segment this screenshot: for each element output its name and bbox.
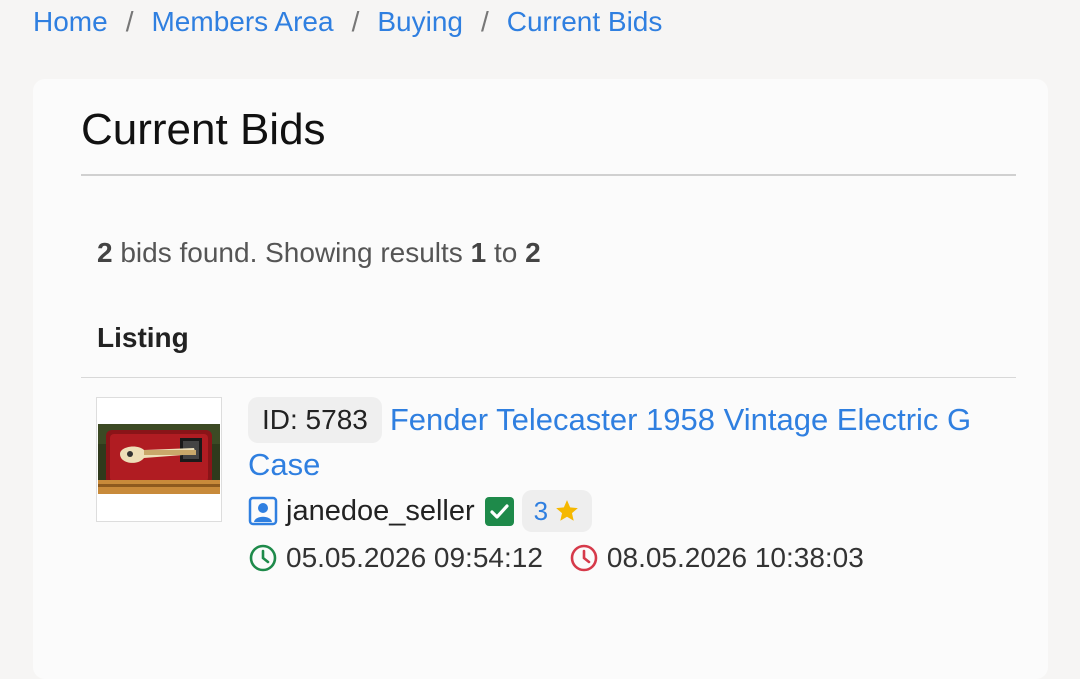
- column-header-listing: Listing: [97, 322, 189, 353]
- results-total: 2: [97, 237, 113, 268]
- check-square-icon: [484, 496, 514, 526]
- breadcrumb-current-bids-link[interactable]: Current Bids: [507, 4, 663, 40]
- page-title: Current Bids: [81, 105, 326, 154]
- content-card: Current Bids 2 bids found. Showing resul…: [33, 79, 1048, 679]
- seller-rating-badge[interactable]: 3: [521, 490, 593, 532]
- results-to: 2: [525, 237, 541, 268]
- clock-end-icon: [570, 544, 598, 572]
- seller-info: janedoe_seller 3: [248, 490, 593, 532]
- results-to-word: to: [493, 237, 518, 268]
- breadcrumb-home-link[interactable]: Home: [33, 4, 108, 40]
- breadcrumb-separator: /: [480, 6, 489, 37]
- listing-item: ID: 5783 Fender Telecaster 1958 Vintage …: [248, 397, 1048, 573]
- results-from: 1: [470, 237, 487, 268]
- listing-title-link-continued[interactable]: Case: [248, 447, 320, 482]
- listing-title-link[interactable]: Fender Telecaster 1958 Vintage Electric …: [390, 398, 971, 442]
- breadcrumb: Home / Members Area / Buying / Current B…: [33, 4, 662, 40]
- row-divider: [81, 377, 1016, 378]
- listing-id-badge: ID: 5783: [248, 397, 382, 443]
- guitar-case-image: [98, 424, 220, 494]
- bid-dates: 05.05.2026 09:54:12 08.05.2026 10:38:03: [248, 542, 864, 574]
- breadcrumb-buying-link[interactable]: Buying: [377, 4, 463, 40]
- breadcrumb-separator: /: [351, 6, 360, 37]
- breadcrumb-separator: /: [125, 6, 134, 37]
- title-divider: [81, 174, 1016, 176]
- user-profile-icon: [248, 496, 278, 526]
- end-date: 08.05.2026 10:38:03: [606, 542, 864, 573]
- start-date: 05.05.2026 09:54:12: [286, 542, 543, 573]
- seller-rating-value: 3: [533, 495, 549, 526]
- seller-name-link[interactable]: janedoe_seller: [286, 495, 475, 528]
- clock-start-icon: [249, 544, 277, 572]
- breadcrumb-members-area-link[interactable]: Members Area: [151, 4, 333, 40]
- results-text: bids found. Showing results: [120, 237, 463, 268]
- results-summary: 2 bids found. Showing results 1 to 2: [97, 236, 541, 270]
- star-icon: [556, 500, 578, 521]
- listing-thumbnail[interactable]: [96, 397, 222, 522]
